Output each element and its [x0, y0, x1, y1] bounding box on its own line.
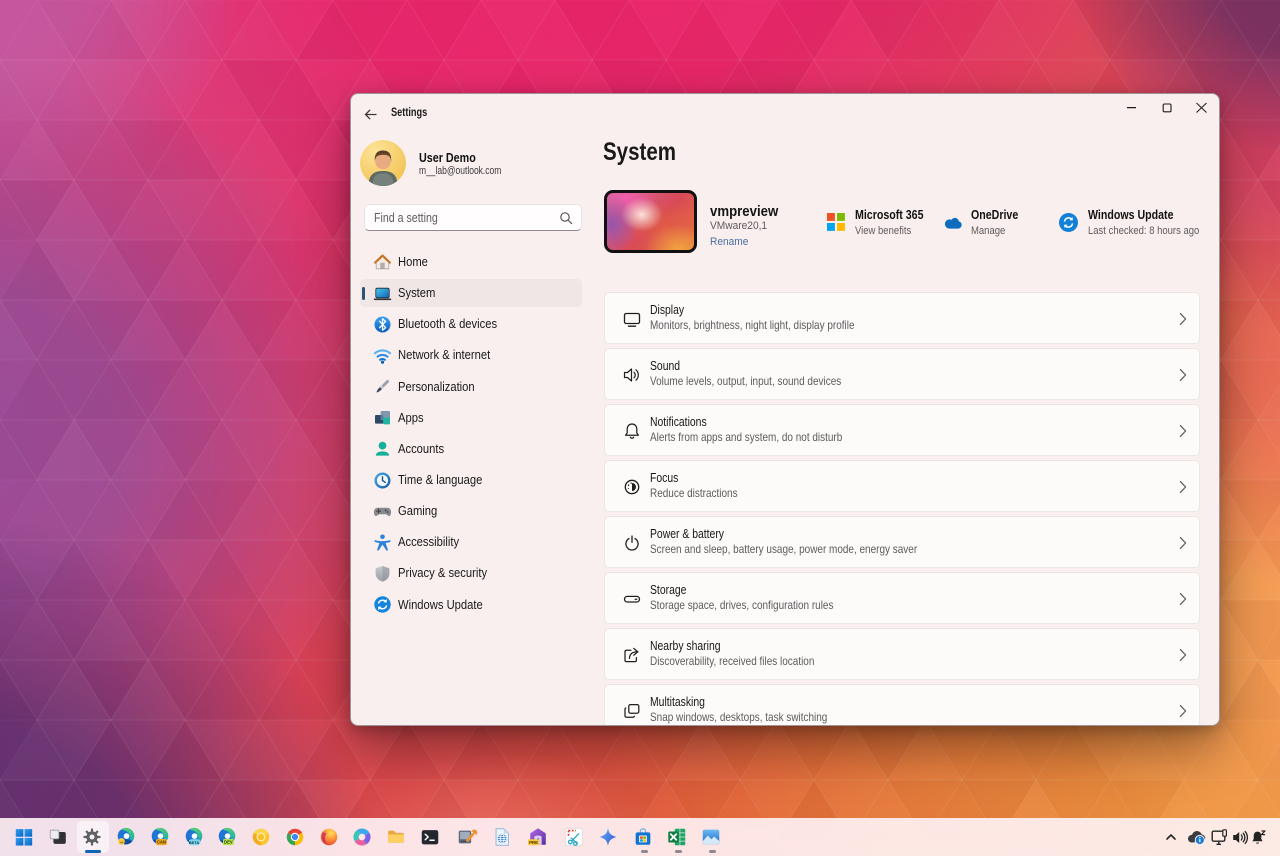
svg-text:System: System [603, 140, 676, 166]
svg-text:CAN: CAN [157, 840, 166, 845]
svg-text:PRE: PRE [529, 840, 538, 845]
svg-text:DEV: DEV [224, 840, 233, 845]
svg-text:BETA: BETA [189, 840, 200, 845]
